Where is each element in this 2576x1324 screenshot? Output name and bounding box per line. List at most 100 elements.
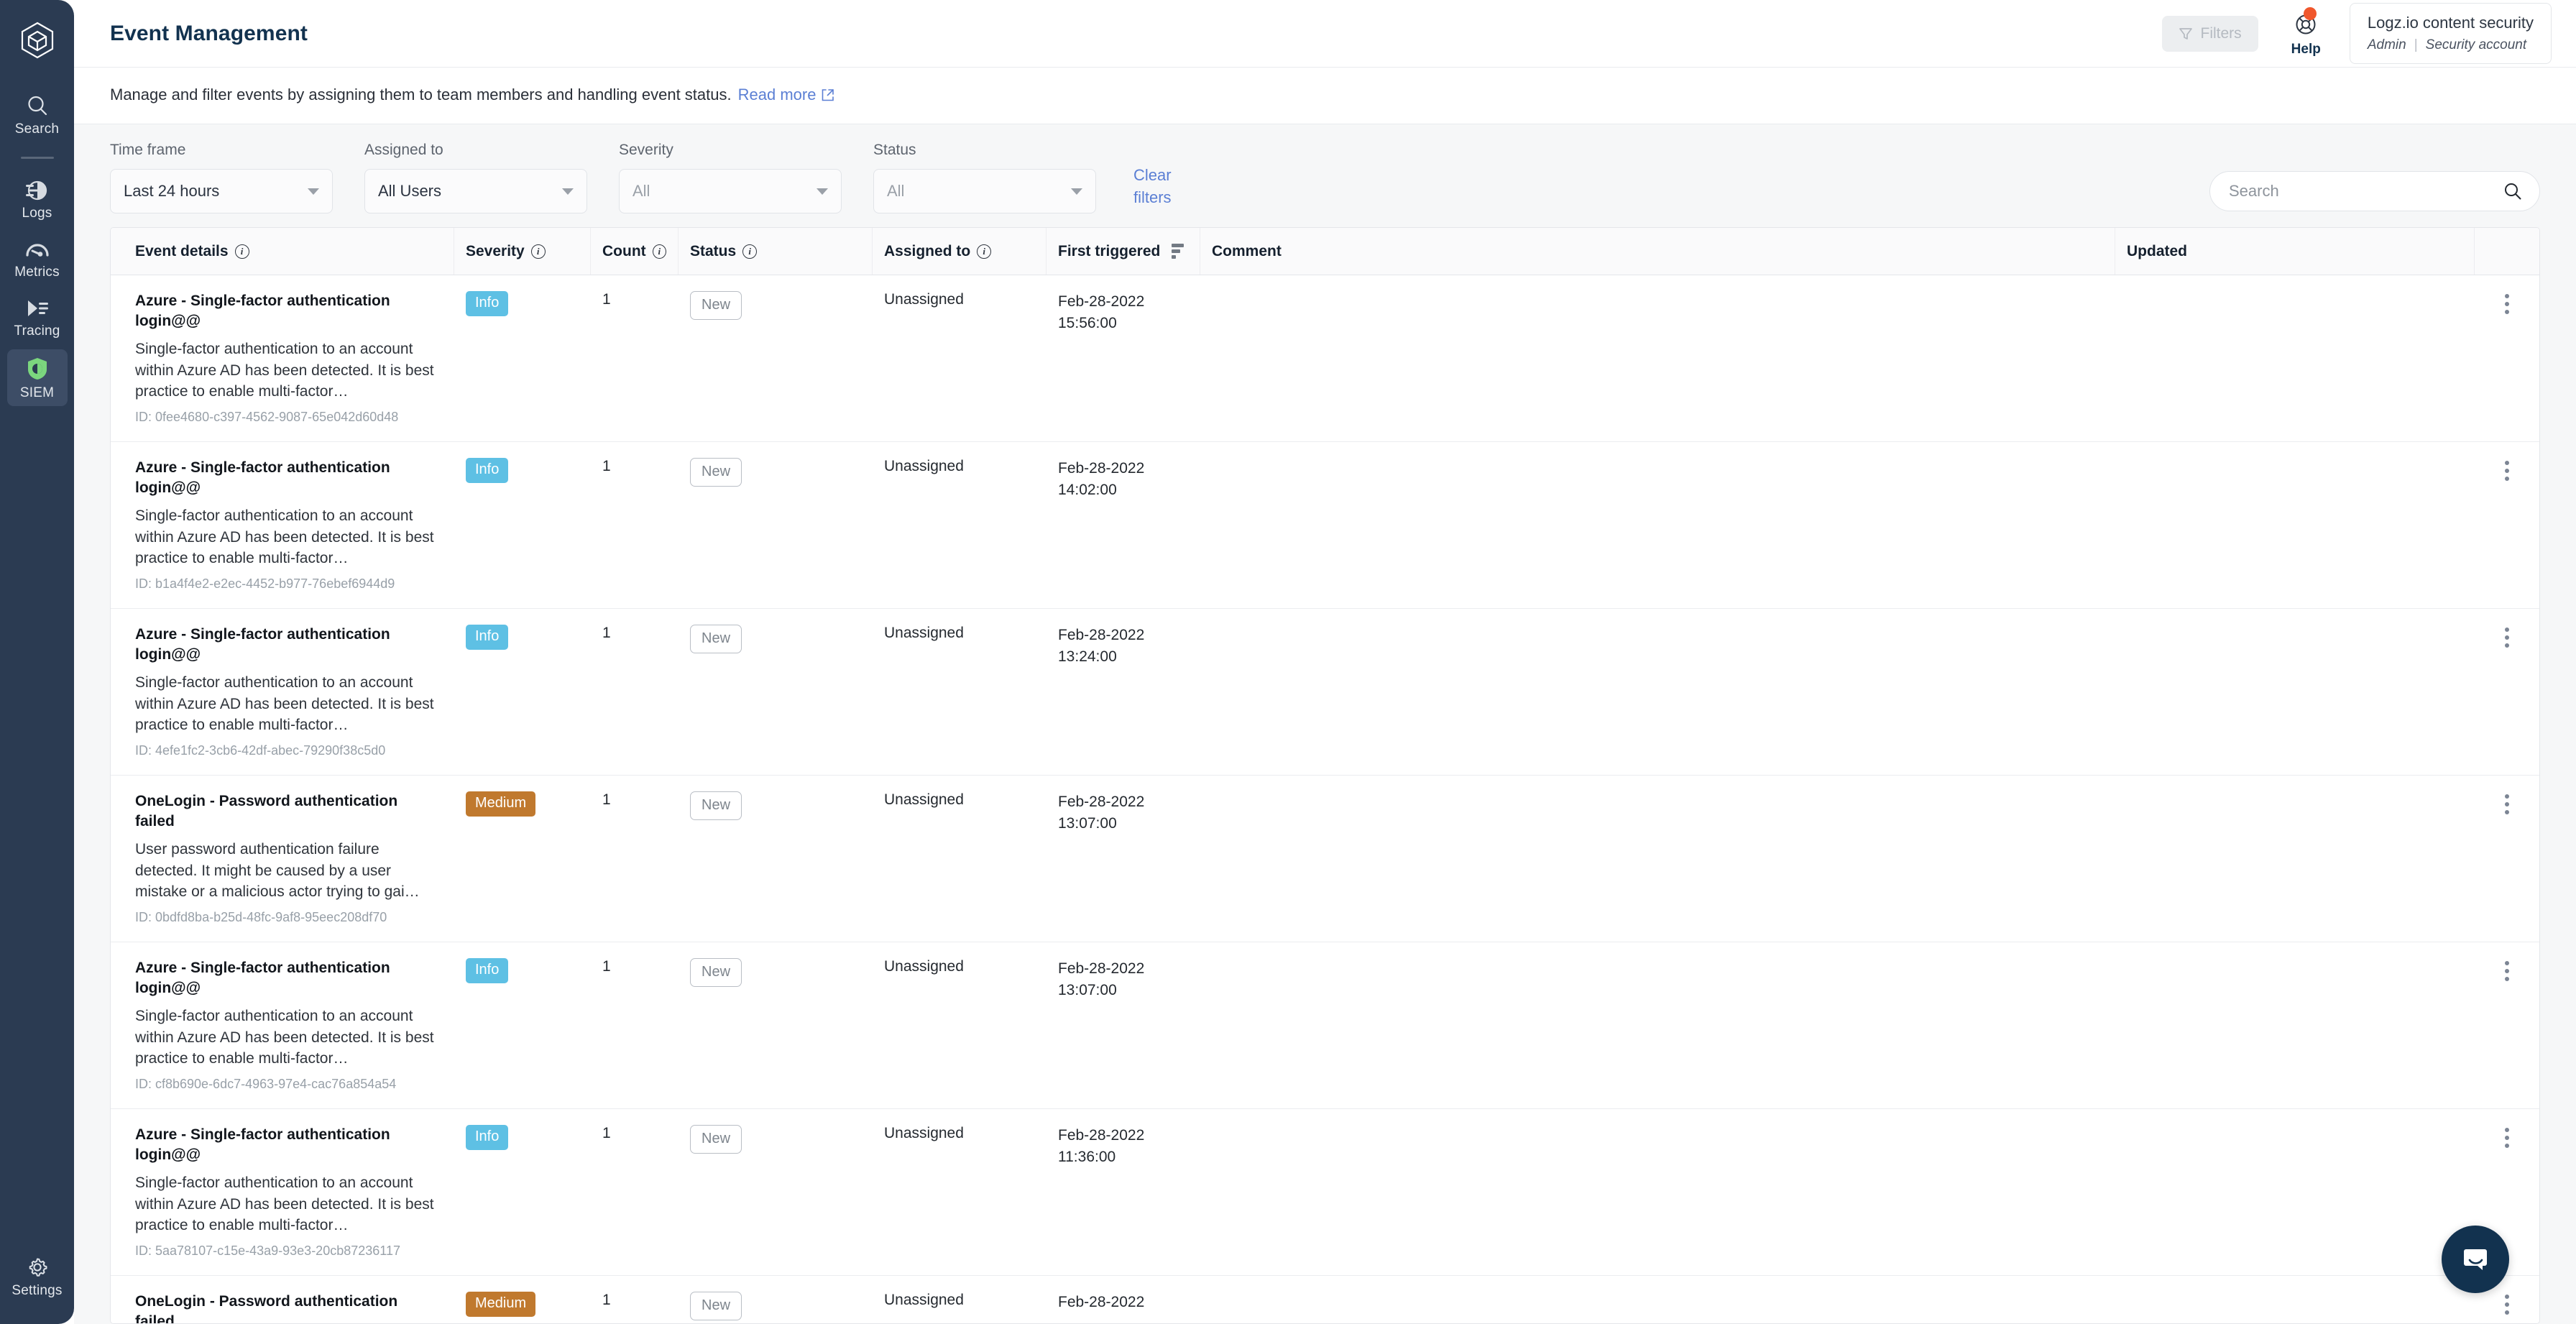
info-icon[interactable]: i: [652, 244, 666, 259]
status-badge[interactable]: New: [690, 958, 742, 987]
help-button[interactable]: Help: [2291, 6, 2321, 58]
table-row[interactable]: OneLogin - Password authentication faile…: [111, 776, 2539, 942]
first-triggered-time: 13:07:00: [1058, 815, 1117, 832]
first-triggered-cell: Feb-28-2022 15:56:00: [1046, 275, 1200, 441]
column-header-updated[interactable]: Updated: [2115, 228, 2475, 275]
read-more-link[interactable]: Read more: [738, 86, 835, 104]
event-details-cell[interactable]: Azure - Single-factor authentication log…: [111, 1109, 454, 1275]
info-icon[interactable]: i: [530, 244, 546, 259]
status-badge[interactable]: New: [690, 458, 742, 487]
column-header-status[interactable]: Status i: [678, 228, 873, 275]
row-actions-cell[interactable]: [2475, 442, 2539, 608]
row-actions-kebab-icon[interactable]: [2505, 627, 2509, 775]
first-triggered-time: 14:02:00: [1058, 482, 1117, 499]
filters-button[interactable]: Filters: [2161, 15, 2258, 52]
row-actions-cell[interactable]: [2475, 275, 2539, 441]
comment-cell[interactable]: [1200, 776, 2115, 942]
search-icon[interactable]: [2503, 182, 2522, 201]
filter-status: Status All: [873, 142, 1096, 213]
event-description: User password authentication failure det…: [135, 840, 420, 901]
assigned-to-cell[interactable]: Unassigned: [873, 442, 1046, 608]
row-actions-cell[interactable]: [2475, 942, 2539, 1108]
count-cell: 1: [602, 291, 611, 308]
event-description: Single-factor authentication to an accou…: [135, 1174, 434, 1234]
row-actions-kebab-icon[interactable]: [2505, 961, 2509, 1108]
sidebar-item-metrics[interactable]: Metrics: [7, 231, 68, 285]
table-row[interactable]: Azure - Single-factor authentication log…: [111, 942, 2539, 1109]
column-header-assigned-to[interactable]: Assigned to i: [873, 228, 1046, 275]
account-role: Admin: [2367, 37, 2406, 52]
row-actions-kebab-icon[interactable]: [2505, 461, 2509, 608]
status-cell: New: [678, 1276, 873, 1323]
sort-descending-icon[interactable]: [1172, 244, 1184, 259]
comment-cell[interactable]: [1200, 442, 2115, 608]
info-icon[interactable]: i: [977, 244, 992, 259]
event-details-cell[interactable]: OneLogin - Password authentication faile…: [111, 776, 454, 942]
account-menu[interactable]: Logz.io content security Admin | Securit…: [2349, 2, 2552, 65]
event-details-cell[interactable]: Azure - Single-factor authentication log…: [111, 942, 454, 1108]
sidebar-item-label: Metrics: [14, 265, 60, 280]
assigned-to-cell[interactable]: Unassigned: [873, 1276, 1046, 1323]
event-details-cell[interactable]: Azure - Single-factor authentication log…: [111, 609, 454, 775]
column-header-first-triggered[interactable]: First triggered: [1046, 228, 1200, 275]
metrics-gauge-icon: [25, 244, 49, 257]
info-icon[interactable]: i: [742, 244, 758, 259]
assigned-to-select[interactable]: All Users: [364, 169, 587, 213]
comment-cell[interactable]: [1200, 609, 2115, 775]
chat-widget-button[interactable]: [2442, 1226, 2509, 1293]
table-row[interactable]: Azure - Single-factor authentication log…: [111, 275, 2539, 442]
table-row[interactable]: Azure - Single-factor authentication log…: [111, 1109, 2539, 1276]
status-badge[interactable]: New: [690, 1125, 742, 1154]
row-actions-cell[interactable]: [2475, 776, 2539, 942]
assigned-to-value: All Users: [378, 182, 442, 200]
updated-cell: [2115, 609, 2475, 775]
row-actions-kebab-icon[interactable]: [2505, 794, 2509, 942]
comment-cell[interactable]: [1200, 275, 2115, 441]
assigned-to-cell[interactable]: Unassigned: [873, 609, 1046, 775]
column-header-severity[interactable]: Severity i: [454, 228, 591, 275]
comment-cell[interactable]: [1200, 1276, 2115, 1323]
event-details-cell[interactable]: Azure - Single-factor authentication log…: [111, 442, 454, 608]
comment-cell[interactable]: [1200, 1109, 2115, 1275]
event-details-cell[interactable]: OneLogin - Password authentication faile…: [111, 1276, 454, 1323]
table-row[interactable]: Azure - Single-factor authentication log…: [111, 609, 2539, 776]
info-icon[interactable]: i: [234, 244, 249, 259]
assigned-to-cell[interactable]: Unassigned: [873, 776, 1046, 942]
status-select[interactable]: All: [873, 169, 1096, 213]
assigned-to-cell[interactable]: Unassigned: [873, 275, 1046, 441]
assigned-to-cell[interactable]: Unassigned: [873, 942, 1046, 1108]
status-badge[interactable]: New: [690, 791, 742, 820]
first-triggered-date: Feb-28-2022: [1058, 293, 1145, 310]
row-actions-kebab-icon[interactable]: [2505, 1295, 2509, 1323]
first-triggered-cell: Feb-28-2022 11:36:00: [1046, 1109, 1200, 1275]
column-header-count[interactable]: Count i: [591, 228, 678, 275]
sidebar-item-settings[interactable]: Settings: [7, 1249, 68, 1304]
sidebar-item-logs[interactable]: Logs: [7, 173, 68, 226]
status-badge[interactable]: New: [690, 1292, 742, 1320]
time-frame-select[interactable]: Last 24 hours: [110, 169, 333, 213]
sidebar-item-tracing[interactable]: Tracing: [7, 290, 68, 344]
severity-select[interactable]: All: [619, 169, 842, 213]
table-row[interactable]: Azure - Single-factor authentication log…: [111, 442, 2539, 609]
search-input[interactable]: [2229, 182, 2503, 201]
sidebar-item-siem[interactable]: SIEM: [6, 349, 68, 406]
assigned-to-cell[interactable]: Unassigned: [873, 1109, 1046, 1275]
app-logo[interactable]: [20, 22, 55, 63]
subtitle-text: Manage and filter events by assigning th…: [110, 86, 732, 104]
row-actions-kebab-icon[interactable]: [2505, 294, 2509, 441]
row-actions-cell[interactable]: [2475, 609, 2539, 775]
status-badge[interactable]: New: [690, 291, 742, 320]
column-header-comment[interactable]: Comment: [1200, 228, 2115, 275]
clear-filters-button[interactable]: Clear filters: [1133, 165, 1191, 208]
chat-bubble-icon: [2464, 1249, 2487, 1270]
comment-cell[interactable]: [1200, 942, 2115, 1108]
first-triggered-cell: Feb-28-2022 14:02:00: [1046, 442, 1200, 608]
sidebar-item-search[interactable]: Search: [7, 87, 68, 142]
updated-cell: [2115, 1109, 2475, 1275]
page-title: Event Management: [110, 21, 308, 45]
status-badge[interactable]: New: [690, 625, 742, 653]
column-header-event-details[interactable]: Event details i: [111, 228, 454, 275]
event-details-cell[interactable]: Azure - Single-factor authentication log…: [111, 275, 454, 441]
table-row[interactable]: OneLogin - Password authentication faile…: [111, 1276, 2539, 1323]
search-box[interactable]: [2209, 171, 2540, 211]
